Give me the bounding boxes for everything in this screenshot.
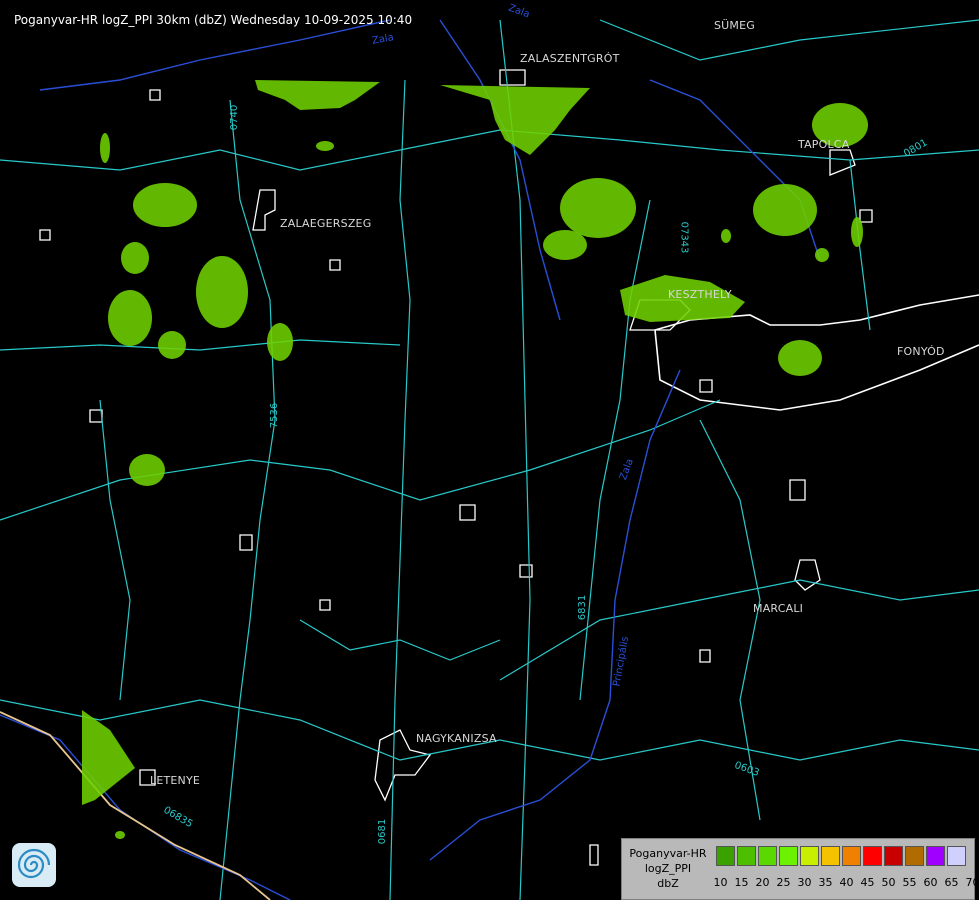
radar-echoes bbox=[82, 80, 868, 839]
legend-swatch bbox=[863, 846, 882, 866]
legend-tick: 55 bbox=[902, 876, 917, 889]
legend-tick: 70 bbox=[965, 876, 979, 889]
legend-tick: 10 bbox=[713, 876, 728, 889]
legend-swatch bbox=[947, 846, 966, 866]
legend-radar-name: Poganyvar-HR bbox=[629, 847, 707, 860]
legend-tick: 65 bbox=[944, 876, 959, 889]
legend-swatch bbox=[821, 846, 840, 866]
road-label: 7536 bbox=[269, 402, 281, 429]
road-label: 0740 bbox=[229, 104, 241, 131]
legend-swatch bbox=[779, 846, 798, 866]
legend-color-scale bbox=[716, 846, 968, 866]
legend-tick: 15 bbox=[734, 876, 749, 889]
town-label-fonyod: FONYÓD bbox=[897, 345, 945, 358]
legend-product: logZ_PPI bbox=[644, 862, 692, 875]
legend-swatch bbox=[842, 846, 861, 866]
map-title: Poganyvar-HR logZ_PPI 30km (dbZ) Wednesd… bbox=[14, 13, 413, 27]
legend-tick: 40 bbox=[839, 876, 854, 889]
legend-tick-labels: 10 15 20 25 30 35 40 45 50 55 60 65 70 bbox=[710, 876, 979, 889]
dbz-legend: Poganyvar-HR logZ_PPI dbZ 10 15 20 25 30 35 40… bbox=[621, 838, 979, 900]
legend-swatch bbox=[926, 846, 945, 866]
legend-swatch bbox=[905, 846, 924, 866]
town-label-letenye: LETENYE bbox=[150, 774, 201, 787]
legend-tick: 35 bbox=[818, 876, 833, 889]
legend-swatch bbox=[737, 846, 756, 866]
legend-tick: 50 bbox=[881, 876, 896, 889]
radar-map bbox=[0, 19, 979, 900]
spiral-logo-icon bbox=[17, 848, 51, 879]
town-label-nagykanizsa: NAGYKANIZSA bbox=[416, 732, 497, 745]
legend-swatch bbox=[800, 846, 819, 866]
road-label: 07343 bbox=[678, 221, 690, 254]
legend-swatch bbox=[884, 846, 903, 866]
legend-tick: 30 bbox=[797, 876, 812, 889]
legend-tick: 45 bbox=[860, 876, 875, 889]
legend-tick: 20 bbox=[755, 876, 770, 889]
town-label-keszthely: KESZTHELY bbox=[668, 288, 732, 301]
legend-tick: 25 bbox=[776, 876, 791, 889]
legend-tick: 60 bbox=[923, 876, 938, 889]
town-label-sumeg: SÜMEG bbox=[714, 19, 755, 32]
legend-unit: dbZ bbox=[657, 877, 679, 890]
radar-service-logo bbox=[12, 843, 56, 887]
road-label: 6831 bbox=[577, 594, 589, 621]
town-label-marcali: MARCALI bbox=[753, 602, 804, 615]
legend-swatch bbox=[716, 846, 735, 866]
town-label-zalaegerszeg: ZALAEGERSZEG bbox=[280, 217, 372, 230]
town-label-zalaszentgrot: ZALASZENTGRÓT bbox=[520, 52, 620, 65]
town-label-tapolca: TAPOLCA bbox=[798, 138, 850, 151]
road-label: 0681 bbox=[377, 818, 389, 845]
legend-swatch bbox=[758, 846, 777, 866]
